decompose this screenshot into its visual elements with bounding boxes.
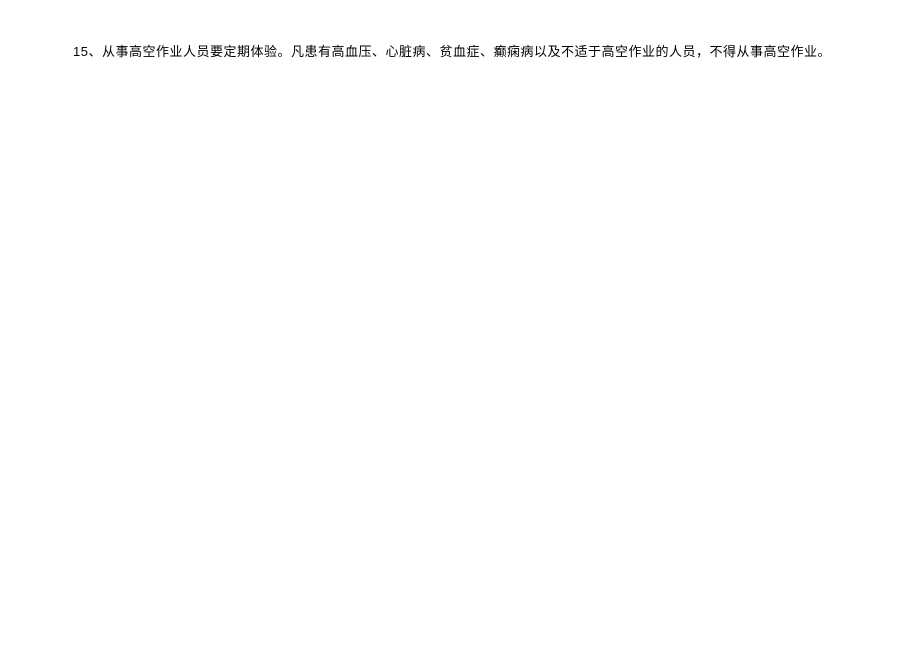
document-content: 15、从事高空作业人员要定期体验。凡患有高血压、心脏病、贫血症、癫痫病以及不适于… [73,42,847,63]
item-number: 15 [73,44,88,59]
item-separator: 、 [88,44,102,59]
paragraph-item-15: 15、从事高空作业人员要定期体验。凡患有高血压、心脏病、贫血症、癫痫病以及不适于… [73,42,847,63]
item-text: 从事高空作业人员要定期体验。凡患有高血压、心脏病、贫血症、癫痫病以及不适于高空作… [102,44,831,59]
